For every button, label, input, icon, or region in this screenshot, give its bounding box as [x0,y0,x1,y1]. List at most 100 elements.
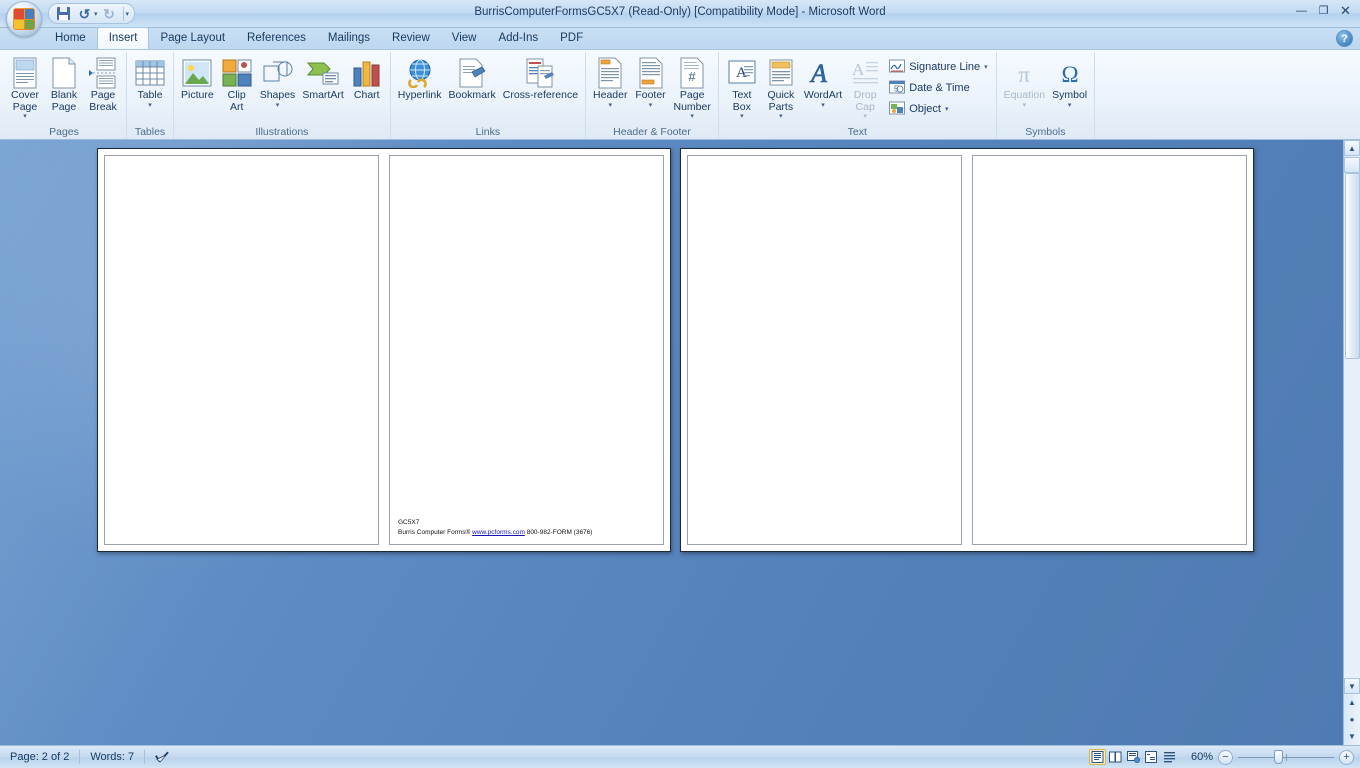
ribbon-button-clip-art[interactable]: Clip Art [218,54,256,113]
document-page-2[interactable]: GC5X7 Burris Computer Forms® www.pcforms… [389,155,664,545]
ribbon-button-hyperlink[interactable]: Hyperlink [395,54,445,102]
ribbon-tab-add-ins[interactable]: Add-Ins [487,28,549,49]
document-page-4[interactable] [972,155,1247,545]
dropdown-caret-icon[interactable]: ▾ [148,102,152,109]
ribbon-button-object[interactable]: Object ▾ [885,98,991,119]
ribbon-button-quick-parts[interactable]: Quick Parts ▾ [762,54,800,120]
dropdown-caret-icon[interactable]: ▾ [945,105,949,113]
scroll-down-button[interactable]: ▼ [1344,678,1360,694]
dropdown-caret-icon[interactable]: ▾ [984,63,988,71]
view-draft-button[interactable] [1161,749,1178,765]
ribbon-tab-pdf[interactable]: PDF [549,28,594,49]
ribbon-button-wordart[interactable]: A WordArt ▾ [801,54,845,109]
dropdown-caret-icon: ▾ [1022,101,1027,109]
document-page-3[interactable] [687,155,962,545]
pcforms-hyperlink[interactable]: www.pcforms.com [472,529,525,536]
ribbon-button-label: Table [137,89,163,101]
dropdown-caret-icon[interactable]: ▾ [649,102,653,109]
svg-text:Ω: Ω [1061,62,1078,86]
ribbon-button-smartart[interactable]: SmartArt [299,54,346,102]
minimize-button[interactable]: — [1291,2,1312,19]
zoom-slider-handle[interactable] [1274,750,1283,764]
ribbon-button-signature-line[interactable]: Signature Line ▾ [885,56,991,77]
ribbon-button-blank-page[interactable]: Blank Page [45,54,83,113]
ribbon-tab-review[interactable]: Review [381,28,441,49]
ribbon-tab-view[interactable]: View [441,28,488,49]
word-count[interactable]: Words: 7 [80,749,144,766]
ribbon-button-picture[interactable]: Picture [178,54,217,102]
zoom-slider[interactable] [1238,750,1334,765]
ribbon-button-text-box[interactable]: A Text Box ▾ [723,54,761,120]
dropdown-caret-icon[interactable]: ▾ [1068,102,1072,109]
view-outline-button[interactable] [1143,749,1160,765]
ribbon-button-label: Object [909,102,941,115]
ribbon-button-label: Date & Time [909,81,970,94]
view-print-layout-button[interactable] [1089,749,1106,765]
ribbon-tab-page-layout[interactable]: Page Layout [149,28,236,49]
split-window-handle[interactable] [1344,157,1360,173]
scrollbar-thumb[interactable] [1344,173,1360,359]
document-page-1[interactable] [104,155,379,545]
dropdown-caret-icon[interactable]: ▾ [690,113,694,120]
ribbon-button-page-break[interactable]: Page Break [84,54,122,113]
icon-wrap [889,101,906,117]
proofing-status-button[interactable] [145,749,179,766]
ribbon-button-label: Symbol [1052,89,1088,101]
previous-page-button[interactable]: ▲ [1344,694,1360,710]
ribbon-button-table[interactable]: Table ▾ [131,54,169,109]
vertical-scrollbar[interactable]: ▲ ▼ ▲ ● ▼ [1343,140,1360,745]
svg-text:#: # [689,69,697,84]
ribbon-group-items: A Text Box ▾ Quick Parts ▾ A WordArt ▾ A Drop Cap… [723,54,992,126]
view-web-layout-button[interactable] [1125,749,1142,765]
drop-cap-icon: A [851,58,879,88]
ribbon-button-shapes[interactable]: Shapes ▾ [257,54,299,109]
ribbon-group-label: Illustrations [255,126,309,138]
ribbon: Cover Page ▾ Blank Page Page Break Pages Tabl… [0,50,1360,140]
ribbon-button-footer[interactable]: Footer ▾ [632,54,670,109]
document-canvas[interactable]: GC5X7 Burris Computer Forms® www.pcforms… [0,140,1360,745]
ribbon-button-label: Chart [353,89,380,101]
ribbon-group-label: Links [475,126,501,138]
footer-icon [638,57,664,89]
view-full-screen-reading-button[interactable] [1107,749,1124,765]
ribbon-button-label: Signature Line [909,60,981,73]
ribbon-group-label: Pages [49,126,79,138]
ribbon-button-header[interactable]: Header ▾ [590,54,630,109]
dropdown-caret-icon[interactable]: ▾ [740,113,744,120]
restore-button[interactable]: ❐ [1313,2,1334,19]
dropdown-caret-icon[interactable]: ▾ [276,102,280,109]
ribbon-button-date-time[interactable]: 5 Date & Time [885,77,991,98]
office-button[interactable] [6,1,42,37]
ribbon-button-symbol[interactable]: Ω Symbol ▾ [1049,54,1090,109]
close-button[interactable]: ✕ [1335,2,1356,19]
icon-wrap [405,56,435,90]
scrollbar-track[interactable] [1343,173,1360,678]
ribbon-group-header-footer: Header ▾ Footer ▾ # Page Number ▾ Header & Foot… [586,52,719,139]
select-browse-object-button[interactable]: ● [1344,711,1360,727]
ribbon-button-cross-reference[interactable]: Cross-reference [500,54,581,102]
zoom-level-label[interactable]: 60% [1183,751,1213,763]
dropdown-caret-icon[interactable]: ▾ [23,113,27,120]
dropdown-caret-icon[interactable]: ▾ [779,113,783,120]
window-controls: — ❐ ✕ [1291,2,1356,19]
ribbon-tab-mailings[interactable]: Mailings [317,28,381,49]
ribbon-button-page-number[interactable]: # Page Number ▾ [671,54,714,120]
help-icon[interactable]: ? [1336,30,1353,47]
ribbon-tab-home[interactable]: Home [44,28,97,49]
zoom-in-button[interactable]: + [1339,749,1354,765]
ribbon-button-label: Footer [635,89,666,101]
ribbon-button-cover-page[interactable]: Cover Page ▾ [6,54,44,120]
ribbon-button-bookmark[interactable]: Bookmark [446,54,499,102]
ribbon-tab-references[interactable]: References [236,28,317,49]
zoom-out-button[interactable]: − [1218,749,1233,765]
ribbon-tab-insert[interactable]: Insert [96,27,150,49]
table-icon [135,60,165,86]
next-page-button[interactable]: ▼ [1344,728,1360,744]
dropdown-caret-icon[interactable]: ▾ [609,102,613,109]
ribbon-button-chart[interactable]: Chart [348,54,386,102]
ribbon-button-label: Blank Page [50,89,78,113]
page-indicator[interactable]: Page: 2 of 2 [0,749,79,766]
scroll-up-button[interactable]: ▲ [1344,140,1360,156]
dropdown-caret-icon[interactable]: ▾ [821,102,825,109]
ribbon-group-label: Symbols [1025,126,1066,138]
